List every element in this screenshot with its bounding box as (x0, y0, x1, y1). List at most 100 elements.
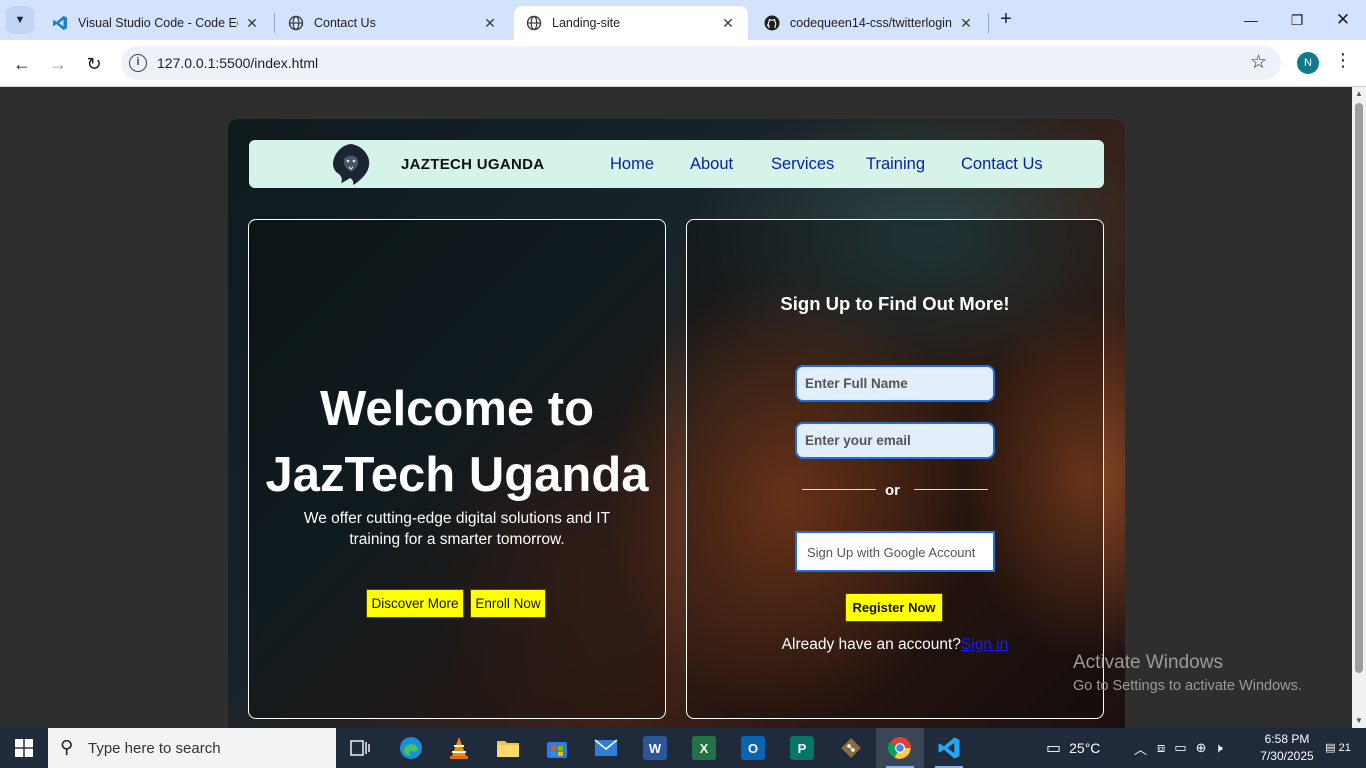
system-clock[interactable]: 6:58 PM 7/30/2025 (1252, 731, 1322, 765)
scroll-down-arrow-icon[interactable]: ▼ (1352, 714, 1366, 728)
tab-search-button[interactable]: ▼ (6, 6, 34, 34)
back-arrow-icon[interactable]: ← (8, 50, 36, 78)
hero-section: JAZTECH UGANDA Home About Services Train… (228, 119, 1125, 728)
activate-windows-watermark: Activate Windows Go to Settings to activ… (1073, 652, 1302, 694)
tab-vscode[interactable]: Visual Studio Code - Code Editing ✕ (40, 6, 272, 40)
clock-date: 7/30/2025 (1260, 749, 1314, 763)
google-signup-button[interactable]: Sign Up with Google Account (795, 531, 995, 572)
or-divider-text: or (885, 482, 900, 499)
tab-title: Landing-site (552, 16, 621, 30)
weather-widget[interactable]: ▭ 25°C (1046, 728, 1100, 768)
forward-arrow-icon[interactable]: → (44, 50, 72, 78)
account-text: Already have an account? (781, 636, 961, 653)
tab-title: Contact Us (314, 16, 376, 30)
url-text[interactable]: 127.0.0.1:5500/index.html (157, 55, 318, 71)
nav-link-services[interactable]: Services (771, 155, 834, 174)
minimize-button[interactable]: — (1228, 6, 1274, 34)
meet-now-icon[interactable]: ⧈ (1157, 740, 1165, 756)
full-name-placeholder: Enter Full Name (805, 376, 908, 391)
volume-icon[interactable]: 🕨 (1215, 740, 1223, 756)
discover-more-button[interactable]: Discover More (366, 589, 464, 618)
menu-dots-icon[interactable]: ⋮ (1334, 50, 1352, 71)
network-globe-icon[interactable]: ⊕ (1196, 740, 1207, 756)
site-info-icon[interactable]: i (129, 54, 147, 72)
taskbar-search-box[interactable]: ⚲ Type here to search (48, 728, 336, 768)
tab-separator (274, 13, 275, 33)
close-icon[interactable]: ✕ (958, 15, 974, 32)
browser-toolbar: ← → ↻ i 127.0.0.1:5500/index.html ☆ N ⋮ (0, 40, 1366, 87)
enroll-now-button[interactable]: Enroll Now (470, 589, 546, 618)
notification-center[interactable]: ▤ 21 (1322, 736, 1354, 760)
tagline: We offer cutting-edge digital solutions … (303, 510, 611, 548)
site-navbar: JAZTECH UGANDA Home About Services Train… (249, 140, 1104, 188)
scroll-up-arrow-icon[interactable]: ▲ (1352, 87, 1366, 101)
welcome-panel: Welcome to JazTech Uganda We offer cutti… (248, 219, 666, 719)
windows-logo-icon (15, 739, 33, 757)
tab-github[interactable]: codequeen14-css/twitterlogin.c ✕ (752, 6, 986, 40)
outlook-icon[interactable]: O (729, 728, 777, 768)
address-bar[interactable]: i 127.0.0.1:5500/index.html ☆ (121, 46, 1281, 80)
weather-temp: 25°C (1069, 740, 1101, 756)
globe-icon (526, 15, 542, 31)
chrome-icon[interactable] (876, 728, 924, 768)
welcome-heading: Welcome to JazTech Uganda (249, 376, 665, 508)
start-button[interactable] (0, 728, 48, 768)
vscode-icon (52, 15, 68, 31)
signup-title: Sign Up to Find Out More! (780, 293, 1010, 314)
scroll-thumb[interactable] (1355, 103, 1363, 673)
file-explorer-icon[interactable] (484, 728, 532, 768)
activate-subtitle: Go to Settings to activate Windows. (1073, 678, 1302, 694)
close-icon[interactable]: ✕ (720, 15, 736, 32)
excel-icon[interactable]: X (680, 728, 728, 768)
nav-link-contact-us[interactable]: Contact Us (961, 155, 1043, 174)
vscode-taskbar-icon[interactable] (925, 728, 973, 768)
tab-title: Visual Studio Code - Code Editing (78, 16, 238, 30)
close-icon[interactable]: ✕ (482, 15, 498, 32)
microsoft-store-icon[interactable] (533, 728, 581, 768)
close-icon[interactable]: ✕ (244, 15, 260, 32)
full-name-input[interactable]: Enter Full Name (795, 365, 995, 402)
publisher-icon[interactable]: P (778, 728, 826, 768)
edge-icon[interactable] (387, 728, 435, 768)
chevron-up-icon[interactable]: ︿ (1134, 739, 1147, 758)
search-placeholder: Type here to search (88, 740, 221, 757)
new-tab-button[interactable]: + (994, 8, 1018, 32)
nav-link-home[interactable]: Home (610, 155, 654, 174)
brand-name: JAZTECH UGANDA (401, 156, 545, 173)
system-tray[interactable]: ︿ ⧈ ▭ ⊕ 🕨 (1134, 728, 1223, 768)
register-now-button[interactable]: Register Now (845, 593, 943, 622)
vertical-scrollbar[interactable]: ▲ ▼ (1352, 87, 1366, 728)
page-viewport: JAZTECH UGANDA Home About Services Train… (0, 87, 1352, 728)
clock-time: 6:58 PM (1264, 732, 1310, 746)
email-input[interactable]: Enter your email (795, 422, 995, 459)
search-icon: ⚲ (60, 737, 74, 757)
account-prompt: Already have an account?Sign in (687, 636, 1103, 654)
nav-link-about[interactable]: About (690, 155, 733, 174)
restore-button[interactable]: ❐ (1274, 6, 1320, 34)
git-icon[interactable] (827, 728, 875, 768)
tab-landing-site[interactable]: Landing-site ✕ (514, 6, 748, 40)
browser-tab-strip: ▼ Visual Studio Code - Code Editing ✕ Co… (0, 0, 1366, 40)
email-placeholder: Enter your email (805, 433, 911, 448)
battery-icon[interactable]: ▭ (1174, 740, 1186, 756)
bookmark-star-icon[interactable]: ☆ (1250, 51, 1267, 74)
tab-separator (988, 13, 989, 33)
welcome-line-2: JazTech Uganda (265, 448, 649, 502)
tab-contact-us[interactable]: Contact Us ✕ (276, 6, 510, 40)
vlc-icon[interactable] (435, 728, 483, 768)
nav-link-training[interactable]: Training (866, 155, 925, 174)
notification-icon: ▤ (1325, 742, 1336, 754)
activate-title: Activate Windows (1073, 652, 1223, 673)
globe-icon (288, 15, 304, 31)
divider-right (914, 489, 988, 490)
profile-avatar[interactable]: N (1297, 52, 1319, 74)
divider-left (802, 489, 876, 490)
sign-in-link[interactable]: Sign in (961, 636, 1008, 653)
mail-icon[interactable] (582, 728, 630, 768)
signup-panel: Sign Up to Find Out More! Enter Full Nam… (686, 219, 1104, 719)
close-window-button[interactable]: ✕ (1320, 6, 1366, 34)
word-icon[interactable]: W (631, 728, 679, 768)
google-signup-label: Sign Up with Google Account (807, 545, 976, 560)
task-view-icon[interactable] (336, 728, 384, 768)
reload-icon[interactable]: ↻ (80, 50, 108, 78)
